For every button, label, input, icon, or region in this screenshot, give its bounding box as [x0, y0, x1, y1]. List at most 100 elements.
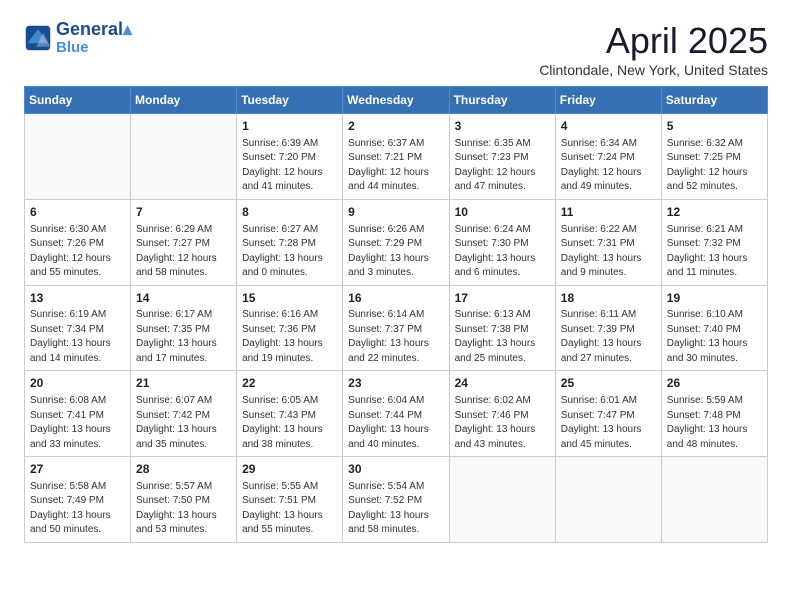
day-info: Sunrise: 6:11 AMSunset: 7:39 PMDaylight:… — [561, 308, 656, 366]
col-header-saturday: Saturday — [661, 87, 767, 114]
day-number: 26 — [667, 375, 762, 392]
calendar-cell: 25Sunrise: 6:01 AMSunset: 7:47 PMDayligh… — [555, 371, 661, 457]
calendar-cell: 2Sunrise: 6:37 AMSunset: 7:21 PMDaylight… — [343, 114, 449, 200]
calendar-cell: 20 Sunrise: 6:08 AMSunset: 7:41 PMDayligh… — [25, 371, 131, 457]
location: Clintondale, New York, United States — [539, 62, 768, 78]
day-info: Sunrise: 6:07 AMSunset: 7:42 PMDaylight:… — [136, 394, 231, 452]
day-info: Sunrise: 6:16 AMSunset: 7:36 PMDaylight:… — [242, 308, 337, 366]
calendar-cell: 26 Sunrise: 5:59 AMSunset: 7:48 PMDayligh… — [661, 371, 767, 457]
calendar-cell: 27Sunrise: 5:58 AMSunset: 7:49 PMDayligh… — [25, 457, 131, 543]
col-header-friday: Friday — [555, 87, 661, 114]
calendar-cell — [555, 457, 661, 543]
calendar-cell: 18Sunrise: 6:11 AMSunset: 7:39 PMDayligh… — [555, 285, 661, 371]
day-number: 9 — [348, 204, 443, 221]
day-number: 29 — [242, 461, 337, 478]
calendar-cell: 11Sunrise: 6:22 AMSunset: 7:31 PMDayligh… — [555, 199, 661, 285]
calendar-cell: 15Sunrise: 6:16 AMSunset: 7:36 PMDayligh… — [237, 285, 343, 371]
calendar-cell: 22 Sunrise: 6:05 AMSunset: 7:43 PMDayligh… — [237, 371, 343, 457]
day-number: 14 — [136, 290, 231, 307]
day-number: 16 — [348, 290, 443, 307]
day-number: 24 — [455, 375, 550, 392]
header-row: SundayMondayTuesdayWednesdayThursdayFrid… — [25, 87, 768, 114]
week-row-5: 27Sunrise: 5:58 AMSunset: 7:49 PMDayligh… — [25, 457, 768, 543]
day-number: 8 — [242, 204, 337, 221]
day-info: Sunrise: 6:13 AMSunset: 7:38 PMDaylight:… — [455, 308, 550, 366]
day-info: Sunrise: 6:04 AMSunset: 7:44 PMDaylight:… — [348, 394, 443, 452]
day-info: Sunrise: 6:29 AMSunset: 7:27 PMDaylight:… — [136, 223, 231, 281]
calendar-table: SundayMondayTuesdayWednesdayThursdayFrid… — [24, 86, 768, 543]
calendar-cell: 21 Sunrise: 6:07 AMSunset: 7:42 PMDayligh… — [131, 371, 237, 457]
day-info: Sunrise: 6:10 AMSunset: 7:40 PMDaylight:… — [667, 308, 762, 366]
day-info: Sunrise: 5:55 AMSunset: 7:51 PMDaylight:… — [242, 480, 337, 538]
day-info: Sunrise: 6:17 AMSunset: 7:35 PMDaylight:… — [136, 308, 231, 366]
day-number: 30 — [348, 461, 443, 478]
day-number: 22 — [242, 375, 337, 392]
calendar-cell: 13Sunrise: 6:19 AMSunset: 7:34 PMDayligh… — [25, 285, 131, 371]
day-number: 19 — [667, 290, 762, 307]
week-row-4: 20 Sunrise: 6:08 AMSunset: 7:41 PMDayligh… — [25, 371, 768, 457]
day-info: Sunrise: 5:58 AMSunset: 7:49 PMDaylight:… — [30, 480, 125, 538]
day-number: 23 — [348, 375, 443, 392]
day-info: Sunrise: 6:19 AMSunset: 7:34 PMDaylight:… — [30, 308, 125, 366]
day-info: Sunrise: 6:05 AMSunset: 7:43 PMDaylight:… — [242, 394, 337, 452]
day-info: Sunrise: 6:34 AMSunset: 7:24 PMDaylight:… — [561, 137, 656, 195]
calendar-cell: 14Sunrise: 6:17 AMSunset: 7:35 PMDayligh… — [131, 285, 237, 371]
calendar-cell: 8 Sunrise: 6:27 AMSunset: 7:28 PMDaylight… — [237, 199, 343, 285]
day-number: 17 — [455, 290, 550, 307]
title-block: April 2025 Clintondale, New York, United… — [539, 20, 768, 78]
calendar-cell — [25, 114, 131, 200]
calendar-cell: 23 Sunrise: 6:04 AMSunset: 7:44 PMDayligh… — [343, 371, 449, 457]
calendar-cell: 4 Sunrise: 6:34 AMSunset: 7:24 PMDaylight… — [555, 114, 661, 200]
day-info: Sunrise: 6:27 AMSunset: 7:28 PMDaylight:… — [242, 223, 337, 281]
day-info: Sunrise: 6:08 AMSunset: 7:41 PMDaylight:… — [30, 394, 125, 452]
day-number: 5 — [667, 118, 762, 135]
calendar-cell: 24 Sunrise: 6:02 AMSunset: 7:46 PMDayligh… — [449, 371, 555, 457]
day-number: 15 — [242, 290, 337, 307]
day-info: Sunrise: 6:39 AMSunset: 7:20 PMDaylight:… — [242, 137, 337, 195]
day-number: 21 — [136, 375, 231, 392]
day-number: 11 — [561, 204, 656, 221]
day-number: 10 — [455, 204, 550, 221]
calendar-cell: 19Sunrise: 6:10 AMSunset: 7:40 PMDayligh… — [661, 285, 767, 371]
day-number: 12 — [667, 204, 762, 221]
day-number: 6 — [30, 204, 125, 221]
col-header-sunday: Sunday — [25, 87, 131, 114]
day-info: Sunrise: 6:21 AMSunset: 7:32 PMDaylight:… — [667, 223, 762, 281]
calendar-cell — [131, 114, 237, 200]
day-info: Sunrise: 5:57 AMSunset: 7:50 PMDaylight:… — [136, 480, 231, 538]
day-info: Sunrise: 6:24 AMSunset: 7:30 PMDaylight:… — [455, 223, 550, 281]
week-row-2: 6 Sunrise: 6:30 AMSunset: 7:26 PMDaylight… — [25, 199, 768, 285]
col-header-monday: Monday — [131, 87, 237, 114]
calendar-cell: 30Sunrise: 5:54 AMSunset: 7:52 PMDayligh… — [343, 457, 449, 543]
calendar-cell: 9 Sunrise: 6:26 AMSunset: 7:29 PMDaylight… — [343, 199, 449, 285]
week-row-1: 1 Sunrise: 6:39 AMSunset: 7:20 PMDaylight… — [25, 114, 768, 200]
day-info: Sunrise: 6:32 AMSunset: 7:25 PMDaylight:… — [667, 137, 762, 195]
calendar-cell: 16Sunrise: 6:14 AMSunset: 7:37 PMDayligh… — [343, 285, 449, 371]
day-info: Sunrise: 6:26 AMSunset: 7:29 PMDaylight:… — [348, 223, 443, 281]
day-number: 28 — [136, 461, 231, 478]
day-number: 18 — [561, 290, 656, 307]
day-number: 3 — [455, 118, 550, 135]
calendar-cell: 12 Sunrise: 6:21 AMSunset: 7:32 PMDayligh… — [661, 199, 767, 285]
calendar-cell: 1 Sunrise: 6:39 AMSunset: 7:20 PMDaylight… — [237, 114, 343, 200]
col-header-tuesday: Tuesday — [237, 87, 343, 114]
month-title: April 2025 — [539, 20, 768, 62]
calendar-cell: 6 Sunrise: 6:30 AMSunset: 7:26 PMDaylight… — [25, 199, 131, 285]
logo-text: General▴ Blue — [56, 20, 132, 56]
calendar-cell: 7 Sunrise: 6:29 AMSunset: 7:27 PMDaylight… — [131, 199, 237, 285]
day-number: 1 — [242, 118, 337, 135]
day-number: 4 — [561, 118, 656, 135]
day-info: Sunrise: 5:59 AMSunset: 7:48 PMDaylight:… — [667, 394, 762, 452]
day-number: 2 — [348, 118, 443, 135]
page-header: General▴ Blue April 2025 Clintondale, Ne… — [24, 20, 768, 78]
week-row-3: 13Sunrise: 6:19 AMSunset: 7:34 PMDayligh… — [25, 285, 768, 371]
calendar-cell: 28 Sunrise: 5:57 AMSunset: 7:50 PMDayligh… — [131, 457, 237, 543]
calendar-cell: 29 Sunrise: 5:55 AMSunset: 7:51 PMDayligh… — [237, 457, 343, 543]
day-info: Sunrise: 6:02 AMSunset: 7:46 PMDaylight:… — [455, 394, 550, 452]
day-number: 20 — [30, 375, 125, 392]
day-number: 25 — [561, 375, 656, 392]
day-info: Sunrise: 6:30 AMSunset: 7:26 PMDaylight:… — [30, 223, 125, 281]
calendar-cell: 3Sunrise: 6:35 AMSunset: 7:23 PMDaylight… — [449, 114, 555, 200]
day-number: 7 — [136, 204, 231, 221]
col-header-wednesday: Wednesday — [343, 87, 449, 114]
